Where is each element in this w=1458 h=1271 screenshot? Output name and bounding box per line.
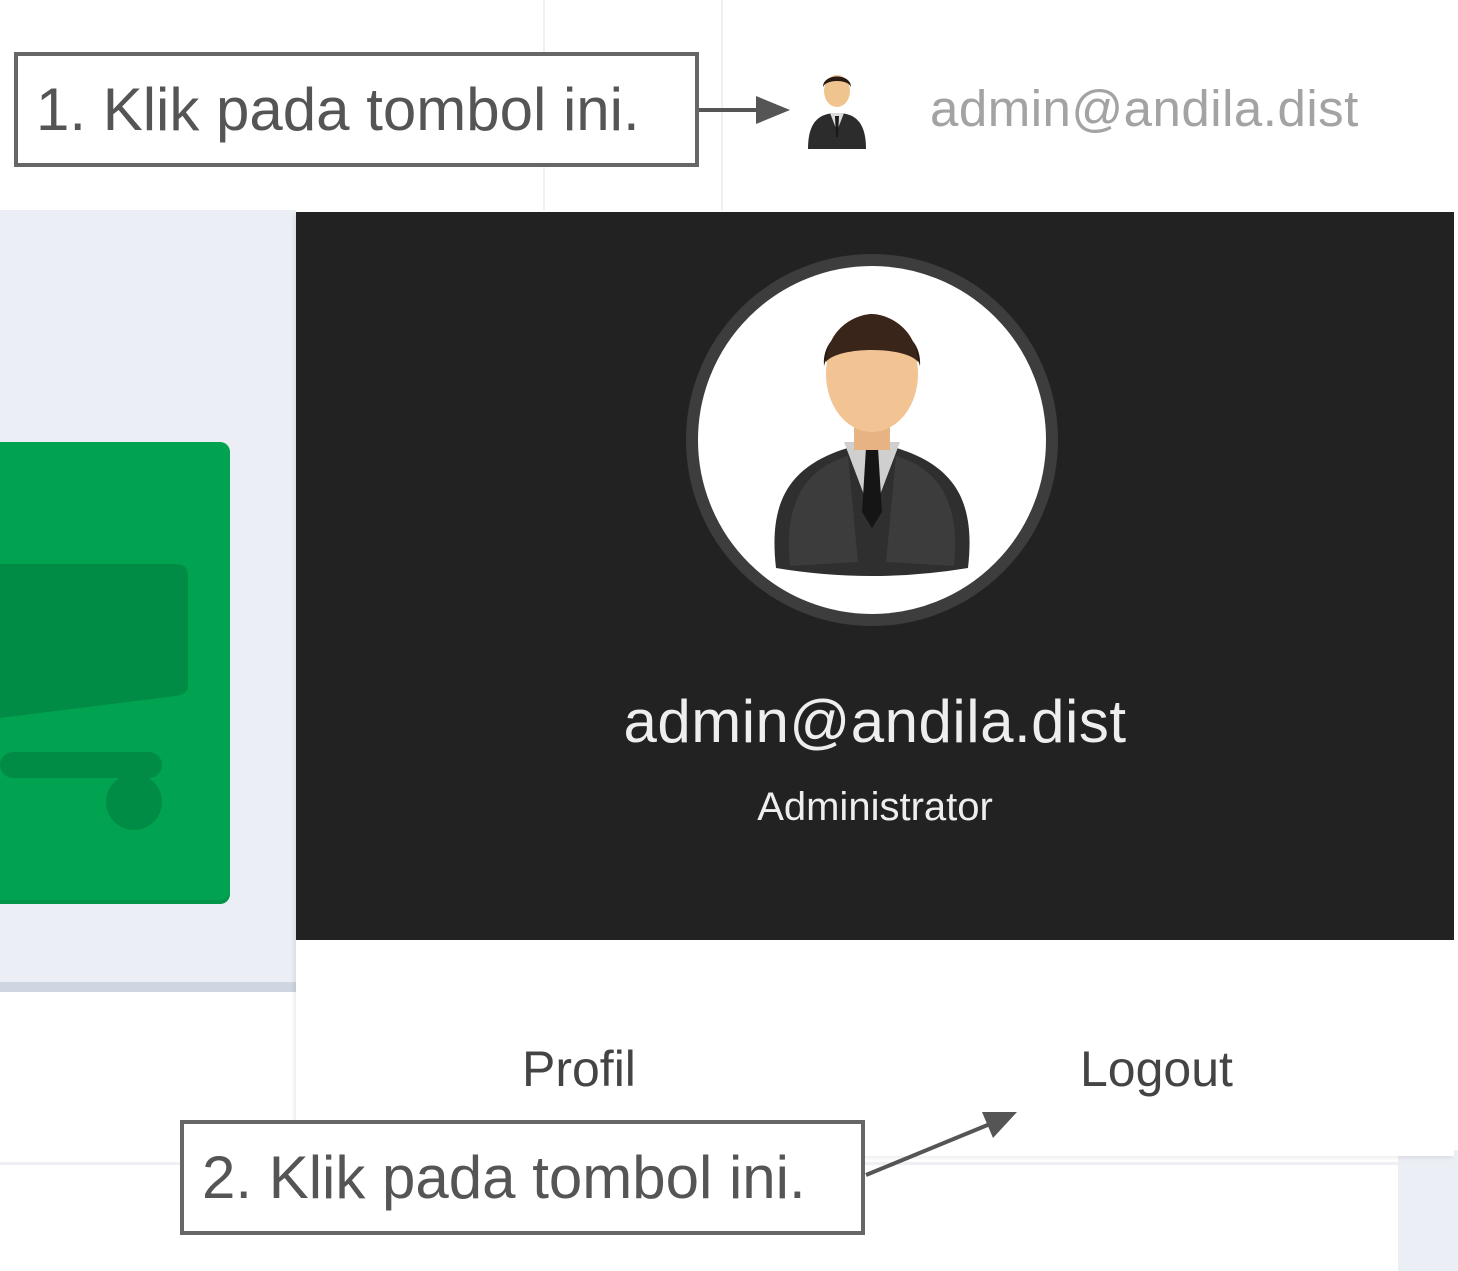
arrow-to-avatar — [699, 96, 790, 124]
annotation-arrows — [699, 96, 1017, 1177]
arrow-to-logout — [865, 1112, 1017, 1177]
